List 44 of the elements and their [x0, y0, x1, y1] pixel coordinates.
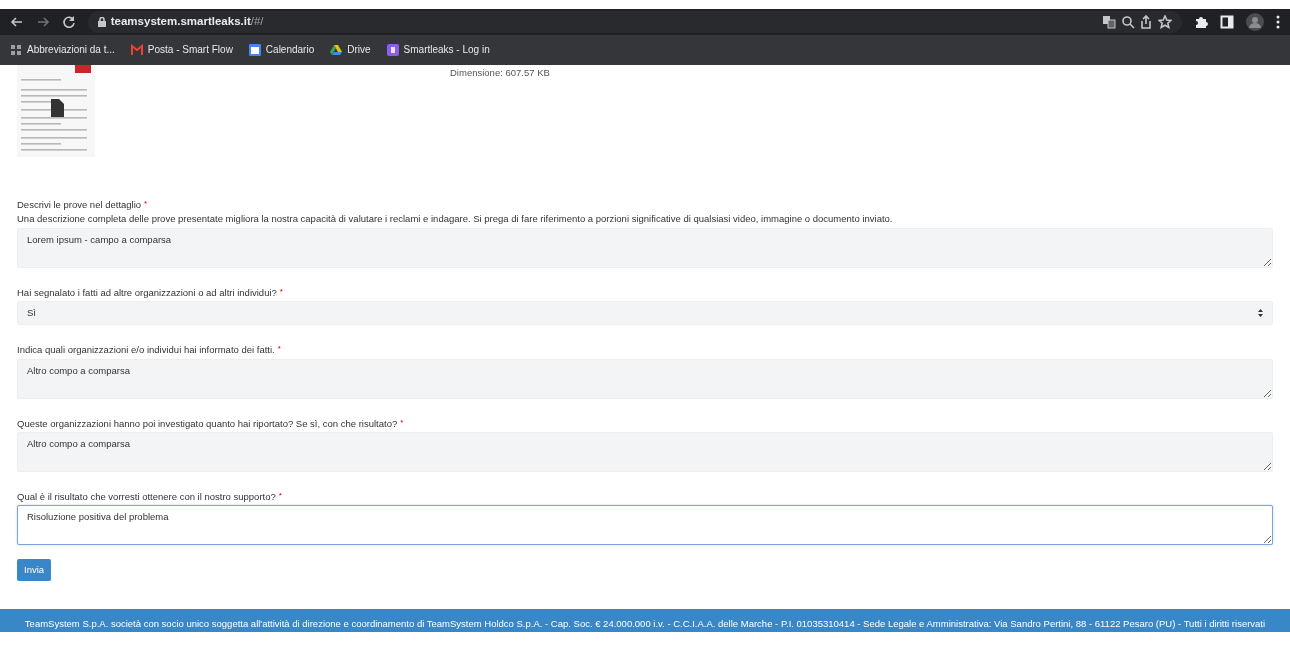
back-icon[interactable]	[10, 15, 24, 29]
field-label: Qual è il risultato che vorresti ottenere con il nostro supporto?	[17, 490, 276, 503]
calendar-icon	[248, 44, 261, 56]
required-mark: *	[279, 286, 283, 298]
avatar-icon[interactable]	[1246, 13, 1264, 31]
mail-icon	[130, 44, 143, 56]
menu-icon[interactable]	[1276, 15, 1280, 29]
bookmark-link[interactable]: Smartleaks - Log in	[386, 44, 490, 56]
bookmark-link[interactable]: Drive	[330, 44, 371, 56]
share-icon[interactable]	[1139, 15, 1154, 29]
bookmark-link[interactable]: Abbreviazioni da t...	[10, 44, 115, 56]
puzzle-icon[interactable]	[1194, 15, 1208, 29]
submit-button[interactable]: Invia	[17, 559, 52, 581]
translate-icon[interactable]	[1101, 15, 1116, 29]
forward-icon[interactable]	[36, 15, 50, 29]
required-mark: *	[400, 417, 404, 429]
file-size: Dimensione: 607.57 KB	[450, 68, 550, 78]
field-label: Queste organizzazioni hanno poi investigato quanto hai riportato? Se sì, con che risultato?	[17, 417, 398, 429]
star-icon[interactable]	[1158, 15, 1172, 29]
text-area[interactable]: Altro compo a comparsa	[17, 358, 1273, 399]
text-area[interactable]: Lorem ipsum - campo a comparsa	[17, 227, 1273, 268]
reload-icon[interactable]	[62, 15, 76, 29]
app-icon	[386, 44, 399, 56]
bookmark-link[interactable]: Calendario	[248, 44, 315, 56]
required-mark: *	[278, 490, 282, 502]
url-text: teamsystem.smartleaks.it/#/	[110, 15, 264, 29]
help-text: Una descrizione completa delle prove presentate migliora la nostra capacità di valutare i reclami e indagare. Si prega di fare riferimento a porzioni significative di qualsiasi video, immagine o documento inviato.	[17, 213, 894, 225]
required-mark: *	[144, 199, 148, 210]
apps-icon	[10, 44, 22, 56]
drive-icon	[330, 44, 343, 56]
text-area[interactable]: Altro compo a comparsa	[17, 431, 1273, 472]
field-label: Hai segnalato i fatti ad altre organizzazioni o ad altri individui?	[17, 286, 277, 299]
select-arrows-icon	[1258, 309, 1263, 318]
search-icon[interactable]	[1120, 15, 1135, 29]
bookmark-link[interactable]: Posta - Smart Flow	[130, 44, 233, 56]
select-field[interactable]: Sì	[17, 301, 1273, 326]
side-panel-icon[interactable]	[1220, 15, 1234, 29]
footer-text: TeamSystem S.p.A. società con socio unico soggetta all'attività di direzione e coordinamento di TeamSystem Holdco S.p.A. - Cap. Soc. € 24.000.000 i.v. - C.C.I.A.A. delle Marche - P.I. 01035310414 - Sede Legale e Amministrativa: Via Sandro Pertini, 88 - 61122 Pesaro (PU) - Tutti i diritti riservati	[23, 616, 1267, 631]
address-bar[interactable]: teamsystem.smartleaks.it/#/	[88, 11, 1182, 33]
field-label: Descrivi le prove nel dettaglio	[17, 199, 142, 211]
required-mark: *	[277, 344, 281, 356]
field-label: Indica quali organizzazioni e/o individui hai informato dei fatti.	[17, 344, 275, 356]
lock-icon	[98, 17, 106, 27]
text-area[interactable]: Risoluzione positiva del problema	[17, 505, 1273, 546]
